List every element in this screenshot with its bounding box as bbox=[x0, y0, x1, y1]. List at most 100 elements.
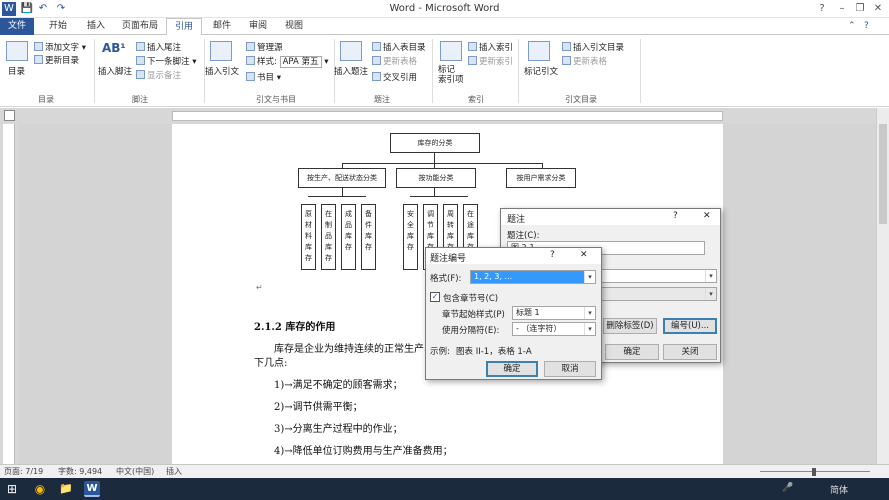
list-item: 4)→降低单位订购费用与生产准备费用； bbox=[274, 446, 453, 457]
taskbar: ⊞ ◉ 📁 W 🎤 简体 bbox=[0, 478, 889, 500]
bibliography-icon bbox=[246, 72, 255, 81]
group-separator bbox=[518, 39, 519, 103]
update-index-button[interactable]: 更新索引 bbox=[468, 55, 513, 67]
include-chapter-checkbox[interactable]: ✓ bbox=[430, 292, 440, 302]
numbering-button[interactable]: 编号(U)... bbox=[663, 318, 717, 334]
tab-references[interactable]: 引用 bbox=[166, 18, 202, 36]
close-icon[interactable]: ✕ bbox=[866, 1, 889, 17]
word-count[interactable]: 字数: 9,494 bbox=[58, 466, 102, 477]
insert-caption-button[interactable]: 插入题注 bbox=[334, 65, 368, 77]
citation-style-select[interactable]: 样式: APA 第五 ▾ bbox=[246, 55, 328, 68]
cross-reference-button[interactable]: 交叉引用 bbox=[372, 71, 417, 83]
mark-entry-button[interactable]: 标记 索引项 bbox=[438, 65, 464, 85]
show-notes-button[interactable]: 显示备注 bbox=[136, 69, 181, 81]
update-toa-label: 更新表格 bbox=[573, 57, 608, 67]
update-table-button[interactable]: 更新表格 bbox=[372, 55, 417, 67]
explorer-icon[interactable]: 📁 bbox=[58, 481, 74, 497]
caption-dialog-help-icon[interactable]: ? bbox=[673, 211, 678, 221]
tab-insert[interactable]: 插入 bbox=[78, 18, 114, 35]
separator-select[interactable]: - （连字符） ▾ bbox=[512, 322, 596, 336]
caption-dialog-close-icon[interactable]: ✕ bbox=[703, 211, 711, 221]
help-question-icon[interactable]: ? bbox=[864, 21, 869, 31]
chrome-icon[interactable]: ◉ bbox=[32, 481, 48, 497]
language-indicator[interactable]: 中文(中国) bbox=[116, 466, 154, 477]
microphone-icon[interactable]: 🎤 bbox=[782, 483, 793, 493]
caption-position-select[interactable]: ▾ bbox=[601, 287, 717, 301]
chapter-style-select[interactable]: 标题 1 ▾ bbox=[512, 306, 596, 320]
page-count[interactable]: 页面: 7/19 bbox=[4, 466, 43, 477]
caption-ok-button[interactable]: 确定 bbox=[605, 344, 659, 360]
numbering-dialog-help-icon[interactable]: ? bbox=[550, 250, 555, 260]
style-icon bbox=[246, 56, 255, 65]
chevron-down-icon: ▾ bbox=[584, 307, 595, 319]
mark-citation-button[interactable]: 标记引文 bbox=[524, 65, 558, 77]
start-icon[interactable]: ⊞ bbox=[4, 481, 20, 497]
separator-label: 使用分隔符(E): bbox=[442, 326, 500, 336]
group-label-captions: 题注 bbox=[374, 95, 390, 104]
update-index-label: 更新索引 bbox=[479, 57, 514, 67]
horizontal-ruler[interactable] bbox=[172, 111, 723, 121]
mark-citation-icon bbox=[528, 41, 550, 61]
insert-footnote-button[interactable]: 插入脚注 bbox=[98, 65, 132, 77]
insert-table-of-figures-button[interactable]: 插入表目录 bbox=[372, 41, 426, 53]
numbering-dialog-close-icon[interactable]: ✕ bbox=[580, 250, 588, 260]
update-toc-icon bbox=[34, 55, 43, 64]
insert-endnote-icon bbox=[136, 42, 145, 51]
format-select[interactable]: 1, 2, 3, ... ▾ bbox=[470, 270, 596, 284]
tab-view[interactable]: 视图 bbox=[276, 18, 312, 35]
insert-index-button[interactable]: 插入索引 bbox=[468, 41, 513, 53]
group-separator bbox=[94, 39, 95, 103]
numbering-ok-button[interactable]: 确定 bbox=[486, 361, 538, 377]
caption-close-button[interactable]: 关闭 bbox=[663, 344, 717, 360]
group-label-citations: 引文与书目 bbox=[256, 95, 296, 104]
list-item: 3)→分离生产过程中的作业； bbox=[274, 424, 403, 435]
group-separator bbox=[640, 39, 641, 103]
tab-review[interactable]: 审阅 bbox=[240, 18, 276, 35]
insert-endnote-button[interactable]: 插入尾注 bbox=[136, 41, 181, 53]
next-footnote-button[interactable]: 下一条脚注 ▾ bbox=[136, 55, 196, 67]
tab-mailings[interactable]: 邮件 bbox=[204, 18, 240, 35]
ribbon-tabs: 文件 开始 插入 页面布局 引用 邮件 审阅 视图 ⌃ ? bbox=[0, 18, 889, 36]
tab-selector-icon[interactable] bbox=[4, 110, 15, 121]
diagram-level1-box: 按用户需求分类 bbox=[506, 168, 576, 188]
toc-button[interactable]: 目录 bbox=[8, 65, 25, 77]
connector-line bbox=[410, 196, 468, 197]
manage-sources-button[interactable]: 管理源 bbox=[246, 41, 283, 53]
delete-label-button[interactable]: 删除标签(D) bbox=[603, 318, 657, 334]
caption-label: 题注(C): bbox=[507, 231, 540, 241]
list-item: 2)→调节供需平衡； bbox=[274, 402, 363, 413]
vertical-ruler[interactable] bbox=[3, 124, 15, 464]
vertical-scrollbar[interactable] bbox=[876, 108, 889, 464]
group-label-toc: 目录 bbox=[38, 95, 54, 104]
add-text-label: 添加文字 bbox=[45, 43, 80, 53]
title-bar: W 💾 ↶ ↷ Word - Microsoft Word ? – ❐ ✕ bbox=[0, 0, 889, 18]
status-bar: 页面: 7/19 字数: 9,494 中文(中国) 插入 bbox=[0, 464, 889, 478]
chevron-down-icon: ▾ bbox=[584, 271, 595, 283]
tab-page-layout[interactable]: 页面布局 bbox=[116, 18, 164, 35]
add-text-button[interactable]: 添加文字 ▾ bbox=[34, 41, 86, 53]
update-toc-button[interactable]: 更新目录 bbox=[34, 54, 79, 66]
chevron-down-icon: ▾ bbox=[705, 288, 716, 300]
chapter-style-value: 标题 1 bbox=[516, 308, 540, 317]
insert-citation-button[interactable]: 插入引文 bbox=[205, 65, 239, 77]
insert-toa-label: 插入引文目录 bbox=[573, 43, 625, 53]
zoom-slider-thumb[interactable] bbox=[812, 468, 816, 476]
update-toa-button[interactable]: 更新表格 bbox=[562, 55, 607, 67]
insert-toa-button[interactable]: 插入引文目录 bbox=[562, 41, 624, 53]
update-table-icon bbox=[372, 56, 381, 65]
caption-dialog-title: 题注 bbox=[507, 215, 526, 225]
tab-home[interactable]: 开始 bbox=[40, 18, 76, 35]
scrollbar-thumb[interactable] bbox=[879, 124, 887, 224]
tab-file[interactable]: 文件 bbox=[0, 18, 34, 35]
caption-label-select[interactable]: ▾ bbox=[601, 269, 717, 283]
collapse-ribbon-icon[interactable]: ⌃ bbox=[848, 21, 856, 31]
mark-entry-icon bbox=[440, 41, 462, 61]
numbering-cancel-button[interactable]: 取消 bbox=[544, 361, 596, 377]
bibliography-button[interactable]: 书目 ▾ bbox=[246, 71, 281, 83]
insert-mode-indicator[interactable]: 插入 bbox=[166, 466, 182, 477]
word-taskbar-icon[interactable]: W bbox=[84, 481, 100, 497]
style-value: APA 第五 bbox=[279, 56, 322, 68]
ime-indicator[interactable]: 简体 bbox=[830, 483, 848, 496]
insert-index-label: 插入索引 bbox=[479, 43, 514, 53]
diagram-level1-box: 按生产、配送状态分类 bbox=[298, 168, 386, 188]
